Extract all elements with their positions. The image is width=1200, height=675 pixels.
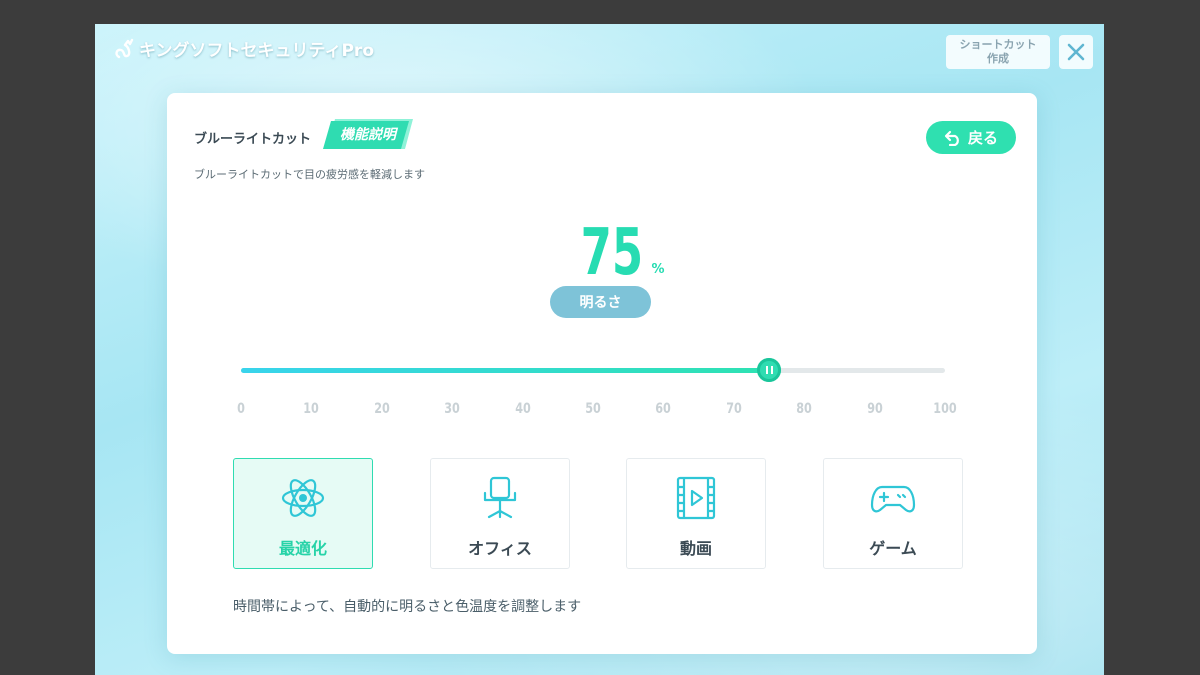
gamepad-icon bbox=[870, 485, 916, 513]
mode-label: 最適化 bbox=[278, 539, 327, 558]
panel-title: ブルーライトカット bbox=[194, 132, 312, 147]
slider-tick-label: 100 bbox=[933, 401, 957, 417]
slider-tick-label: 20 bbox=[374, 401, 390, 417]
panel-description: ブルーライトカットで目の疲労感を軽減します bbox=[194, 168, 425, 181]
logo-icon bbox=[115, 38, 134, 58]
mode-card-office[interactable]: オフィス bbox=[430, 458, 570, 569]
slider-tick-label: 70 bbox=[726, 401, 742, 417]
back-button[interactable]: 戻る bbox=[926, 121, 1016, 154]
mode-card-video[interactable]: 動画 bbox=[626, 458, 766, 569]
close-button[interactable] bbox=[1059, 35, 1093, 69]
create-shortcut-button[interactable]: ショートカット 作成 bbox=[946, 35, 1050, 69]
slider-tick-label: 80 bbox=[796, 401, 812, 417]
slider-tick-label: 50 bbox=[585, 401, 601, 417]
mode-label: ゲーム bbox=[869, 539, 917, 558]
shortcut-label-line2: 作成 bbox=[987, 52, 1009, 65]
slider-tick-label: 10 bbox=[303, 401, 320, 417]
level-value: 75 bbox=[581, 216, 644, 290]
app-title: キングソフトセキュリティPro bbox=[139, 41, 374, 61]
slider-fill bbox=[241, 368, 769, 373]
brightness-badge: 明るさ bbox=[550, 286, 651, 318]
mode-card-optimize[interactable]: 最適化 bbox=[233, 458, 373, 569]
slider-ticks: 0 10 20 30 40 50 60 70 80 90 100 bbox=[237, 401, 957, 421]
back-arrow-icon bbox=[944, 130, 959, 146]
level-unit: % bbox=[651, 262, 665, 277]
atom-icon bbox=[281, 479, 325, 517]
level-display: 75 % bbox=[167, 215, 1037, 285]
blue-light-panel: ブルーライトカット 機能説明 ブルーライトカットで目の疲労感を軽減します 戻る … bbox=[167, 93, 1037, 654]
shortcut-label-line1: ショートカット bbox=[959, 38, 1037, 51]
feature-description-button[interactable]: 機能説明 bbox=[323, 119, 413, 149]
app-window: キングソフトセキュリティPro ショートカット 作成 ブルーライトカット 機能説… bbox=[95, 24, 1104, 675]
mode-label: オフィス bbox=[468, 539, 532, 558]
back-label: 戻る bbox=[967, 129, 998, 147]
slider-tick-label: 0 bbox=[237, 401, 245, 417]
app-logo: キングソフトセキュリティPro bbox=[113, 36, 374, 61]
office-chair-icon bbox=[483, 476, 517, 519]
mode-label: 動画 bbox=[679, 539, 712, 558]
level-slider[interactable] bbox=[241, 356, 945, 386]
slider-tick-label: 90 bbox=[866, 401, 883, 417]
mode-card-game[interactable]: ゲーム bbox=[823, 458, 963, 569]
mode-description: 時間帯によって、自動的に明るさと色温度を調整します bbox=[233, 599, 582, 615]
slider-tick-label: 30 bbox=[444, 401, 460, 417]
feature-button-label: 機能説明 bbox=[340, 127, 396, 143]
slider-tick-label: 60 bbox=[655, 401, 672, 417]
close-icon bbox=[1067, 43, 1085, 61]
slider-tick-label: 40 bbox=[514, 401, 531, 417]
video-icon bbox=[676, 476, 716, 520]
slider-thumb[interactable] bbox=[757, 358, 781, 382]
